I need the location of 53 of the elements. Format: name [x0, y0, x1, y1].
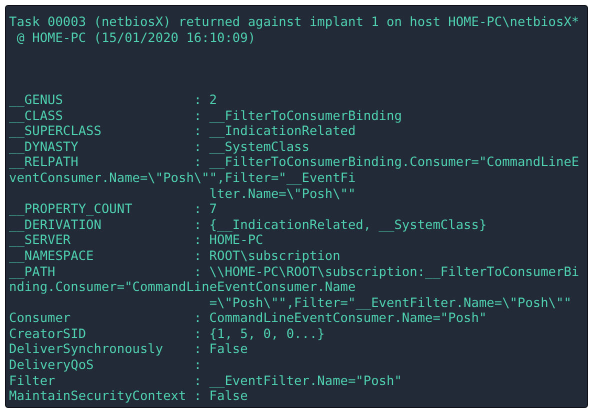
property-name: __PATH: [9, 264, 56, 280]
property-value: 7: [209, 202, 218, 218]
property-value: lter.Name=\"Posh\"": [209, 186, 356, 202]
property-name: __CLASS: [9, 108, 64, 124]
property-value: CommandLineEventConsumer.Name="Posh": [209, 311, 487, 327]
property-value: {1, 5, 0, 0...}: [209, 326, 325, 342]
property-value: \\HOME-PC\ROOT\subscription:__FilterToConsumerBi: [209, 264, 580, 280]
property-value: False: [209, 389, 248, 405]
property-name: __GENUS: [9, 92, 64, 109]
property-value: False: [209, 342, 248, 358]
property-value: ventConsumer.Name=\"Posh\"",Filter="__EventFi: [9, 170, 356, 187]
colon-separator: :: [194, 389, 203, 405]
colon-separator: :: [194, 202, 203, 218]
colon-separator: :: [194, 358, 203, 374]
property-name: __PROPERTY_COUNT: [9, 202, 134, 218]
task-header-line: @ HOME-PC (15/01/2020 16:10:09): [16, 30, 256, 46]
colon-separator: :: [194, 264, 203, 280]
colon-separator: :: [194, 155, 203, 171]
property-value: 2: [209, 92, 218, 109]
colon-separator: :: [194, 311, 203, 327]
property-name: Filter: [9, 374, 56, 390]
task-header-line: Task 00003 (netbiosX) returned against implant 1 on host HOME-PC\netbiosX*: [9, 15, 580, 31]
property-name: __NAMESPACE: [9, 248, 95, 265]
property-name: Consumer: [9, 311, 72, 327]
property-name: MaintainSecurityContext: [9, 389, 188, 405]
property-value: HOME-PC: [209, 233, 264, 249]
colon-separator: :: [194, 124, 203, 140]
property-value: __SystemClass: [209, 140, 310, 156]
colon-separator: :: [194, 92, 203, 109]
property-value: __FilterToConsumerBinding.Consumer="CommandLineE: [209, 155, 580, 171]
colon-separator: :: [194, 140, 203, 156]
colon-separator: :: [194, 374, 203, 390]
property-name: CreatorSID: [9, 326, 88, 342]
property-name: __DYNASTY: [9, 140, 80, 156]
property-value: __EventFilter.Name="Posh": [209, 374, 402, 390]
property-name: DeliveryQoS: [9, 358, 95, 374]
property-value: =\"Posh\"",Filter="__EventFilter.Name=\"Posh\"": [209, 296, 572, 312]
colon-separator: :: [194, 342, 203, 358]
property-value: ROOT\subscription: [209, 248, 340, 265]
property-name: DeliverSynchronously: [9, 342, 164, 358]
property-value: __FilterToConsumerBinding: [209, 108, 402, 124]
property-name: __SUPERCLASS: [9, 124, 102, 140]
colon-separator: :: [194, 248, 203, 265]
property-name: __RELPATH: [9, 155, 80, 171]
colon-separator: :: [194, 326, 203, 342]
property-name: __DERIVATION: [9, 218, 102, 234]
property-name: __SERVER: [9, 233, 72, 249]
colon-separator: :: [194, 108, 203, 124]
colon-separator: :: [194, 233, 203, 249]
property-value: __IndicationRelated: [209, 124, 356, 140]
property-value: nding.Consumer="CommandLineEventConsumer.Name: [9, 280, 356, 296]
property-value: {__IndicationRelated, __SystemClass}: [209, 218, 487, 234]
colon-separator: :: [194, 218, 203, 234]
